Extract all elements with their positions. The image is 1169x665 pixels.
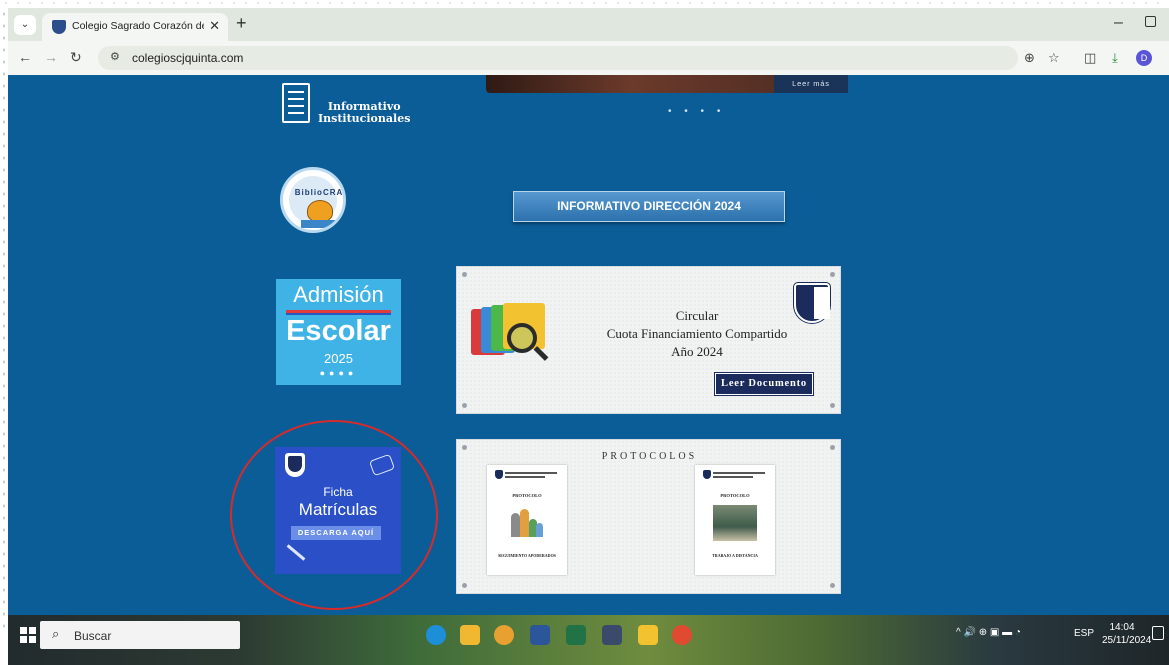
reading-character-icon — [307, 200, 333, 222]
informativo-direccion-button[interactable]: INFORMATIVO DIRECCIÓN 2024 — [513, 191, 785, 222]
doc-heading: PROTOCOLO — [512, 493, 542, 498]
minimize-icon[interactable]: – — [1114, 14, 1123, 32]
dotted-border-top — [0, 0, 1169, 8]
windows-start-icon[interactable] — [20, 627, 36, 643]
school-shield-icon — [703, 470, 711, 479]
folders-magnifier-icon — [471, 301, 551, 363]
laptop-photo — [713, 505, 757, 541]
admision-escolar-banner[interactable]: Admisión Escolar 2025 ●●●● — [276, 279, 401, 385]
pin-icon — [462, 583, 467, 588]
tab-strip: ⌄ Colegio Sagrado Corazón de Je ✕ + – — [8, 8, 1169, 41]
school-shield-icon — [794, 283, 830, 323]
book-icon — [301, 220, 335, 228]
carousel-dots[interactable]: • • • • — [668, 106, 725, 117]
school-shield-icon — [495, 470, 503, 479]
bookmark-star-icon[interactable]: ☆ — [1048, 50, 1060, 66]
circular-text: Circular Cuota Financiamiento Compartido… — [606, 308, 788, 359]
restore-icon[interactable] — [1145, 16, 1156, 27]
zoom-icon[interactable]: ⊕ — [1024, 50, 1035, 66]
profile-avatar[interactable]: D — [1136, 50, 1152, 66]
leer-documento-button[interactable]: Leer Documento — [715, 373, 813, 395]
social-icons: ●●●● — [319, 368, 358, 378]
close-icon[interactable]: ✕ — [209, 18, 220, 34]
highlight-circle — [230, 420, 438, 610]
pinned-apps — [426, 623, 726, 649]
site-info-icon[interactable]: ⚙ — [110, 50, 120, 63]
dotted-border-left — [0, 8, 8, 628]
pin-icon — [462, 445, 467, 450]
protocolo-trabajo-distancia-document[interactable]: PROTOCOLO TRABAJO A DISTANCIA — [695, 465, 775, 575]
admision-year: 2025 — [324, 351, 353, 366]
system-tray-icons[interactable]: ^ 🔊 ⊕ ▣ ▬ ◔ — [956, 627, 1021, 638]
sticky-notes-icon[interactable] — [638, 625, 658, 645]
forward-arrow-icon[interactable]: → — [44, 49, 58, 65]
school-shield-icon — [52, 20, 66, 34]
word-icon[interactable] — [530, 625, 550, 645]
protocolos-title: PROTOCOLOS — [601, 451, 698, 462]
circular-card: Circular Cuota Financiamiento Compartido… — [456, 266, 841, 414]
browser-toolbar: ← → ↻ ⚙ colegioscjquinta.com ⊕ ☆ ◫ ⤓ D — [8, 41, 1169, 75]
notifications-icon[interactable] — [1152, 626, 1164, 640]
file-explorer-icon[interactable] — [460, 625, 480, 645]
address-bar[interactable]: ⚙ colegioscjquinta.com — [98, 46, 1018, 70]
chrome-icon[interactable] — [494, 625, 514, 645]
pin-icon — [830, 445, 835, 450]
admision-line2: Escolar — [286, 315, 391, 347]
reload-icon[interactable]: ↻ — [70, 49, 82, 66]
back-arrow-icon[interactable]: ← — [18, 49, 32, 65]
pin-icon — [462, 403, 467, 408]
tab-title: Colegio Sagrado Corazón de Je — [72, 20, 204, 32]
download-icon[interactable]: ⤓ — [1112, 50, 1118, 66]
document-icon — [282, 83, 310, 123]
extensions-icon[interactable]: ◫ — [1084, 50, 1096, 66]
url-text: colegioscjquinta.com — [132, 51, 244, 65]
tab-colegio[interactable]: Colegio Sagrado Corazón de Je ✕ — [42, 13, 228, 41]
doc-heading: PROTOCOLO — [720, 493, 750, 498]
leer-mas-button[interactable]: Leer más — [774, 75, 848, 93]
new-tab-icon[interactable]: + — [236, 13, 247, 34]
family-icon — [511, 507, 543, 537]
app-icon[interactable] — [602, 625, 622, 645]
protocolo-seguimiento-document[interactable]: PROTOCOLO SEGUIMIENTO APODERADOS — [487, 465, 567, 575]
edge-icon[interactable] — [426, 625, 446, 645]
language-indicator[interactable]: ESP — [1074, 628, 1094, 639]
excel-icon[interactable] — [566, 625, 586, 645]
chrome-active-icon[interactable] — [672, 625, 692, 645]
pin-icon — [830, 403, 835, 408]
search-icon: ⌕ — [52, 626, 60, 641]
windows-taskbar: ⌕ Buscar ^ 🔊 ⊕ ▣ ▬ ◔ ESP 14:04 25/11/202… — [8, 615, 1169, 665]
bibliocra-badge: BiblioCRA — [289, 176, 342, 228]
taskbar-search[interactable]: ⌕ Buscar — [40, 621, 240, 649]
web-page: Leer más • • • • Informativo Institucion… — [8, 75, 1169, 615]
pin-icon — [462, 272, 467, 277]
doc-footer: SEGUIMIENTO APODERADOS — [498, 553, 556, 558]
protocolos-card: PROTOCOLOS PROTOCOLO SEGUIMIENTO APODERA… — [456, 439, 841, 594]
pin-icon — [830, 272, 835, 277]
bibliocra-logo-link[interactable]: BiblioCRA — [280, 167, 346, 233]
clock[interactable]: 14:04 25/11/2024 — [1102, 621, 1151, 647]
informativo-institucionales-link[interactable]: Informativo Institucionales — [276, 79, 426, 131]
pin-icon — [830, 583, 835, 588]
admision-line1: Admisión — [293, 282, 384, 307]
informativo-label: Informativo Institucionales — [318, 100, 411, 125]
tab-search-chevron-icon[interactable]: ⌄ — [14, 15, 36, 35]
doc-footer: TRABAJO A DISTANCIA — [712, 553, 758, 558]
search-placeholder: Buscar — [74, 629, 112, 643]
bibliocra-label: BiblioCRA — [294, 188, 344, 197]
